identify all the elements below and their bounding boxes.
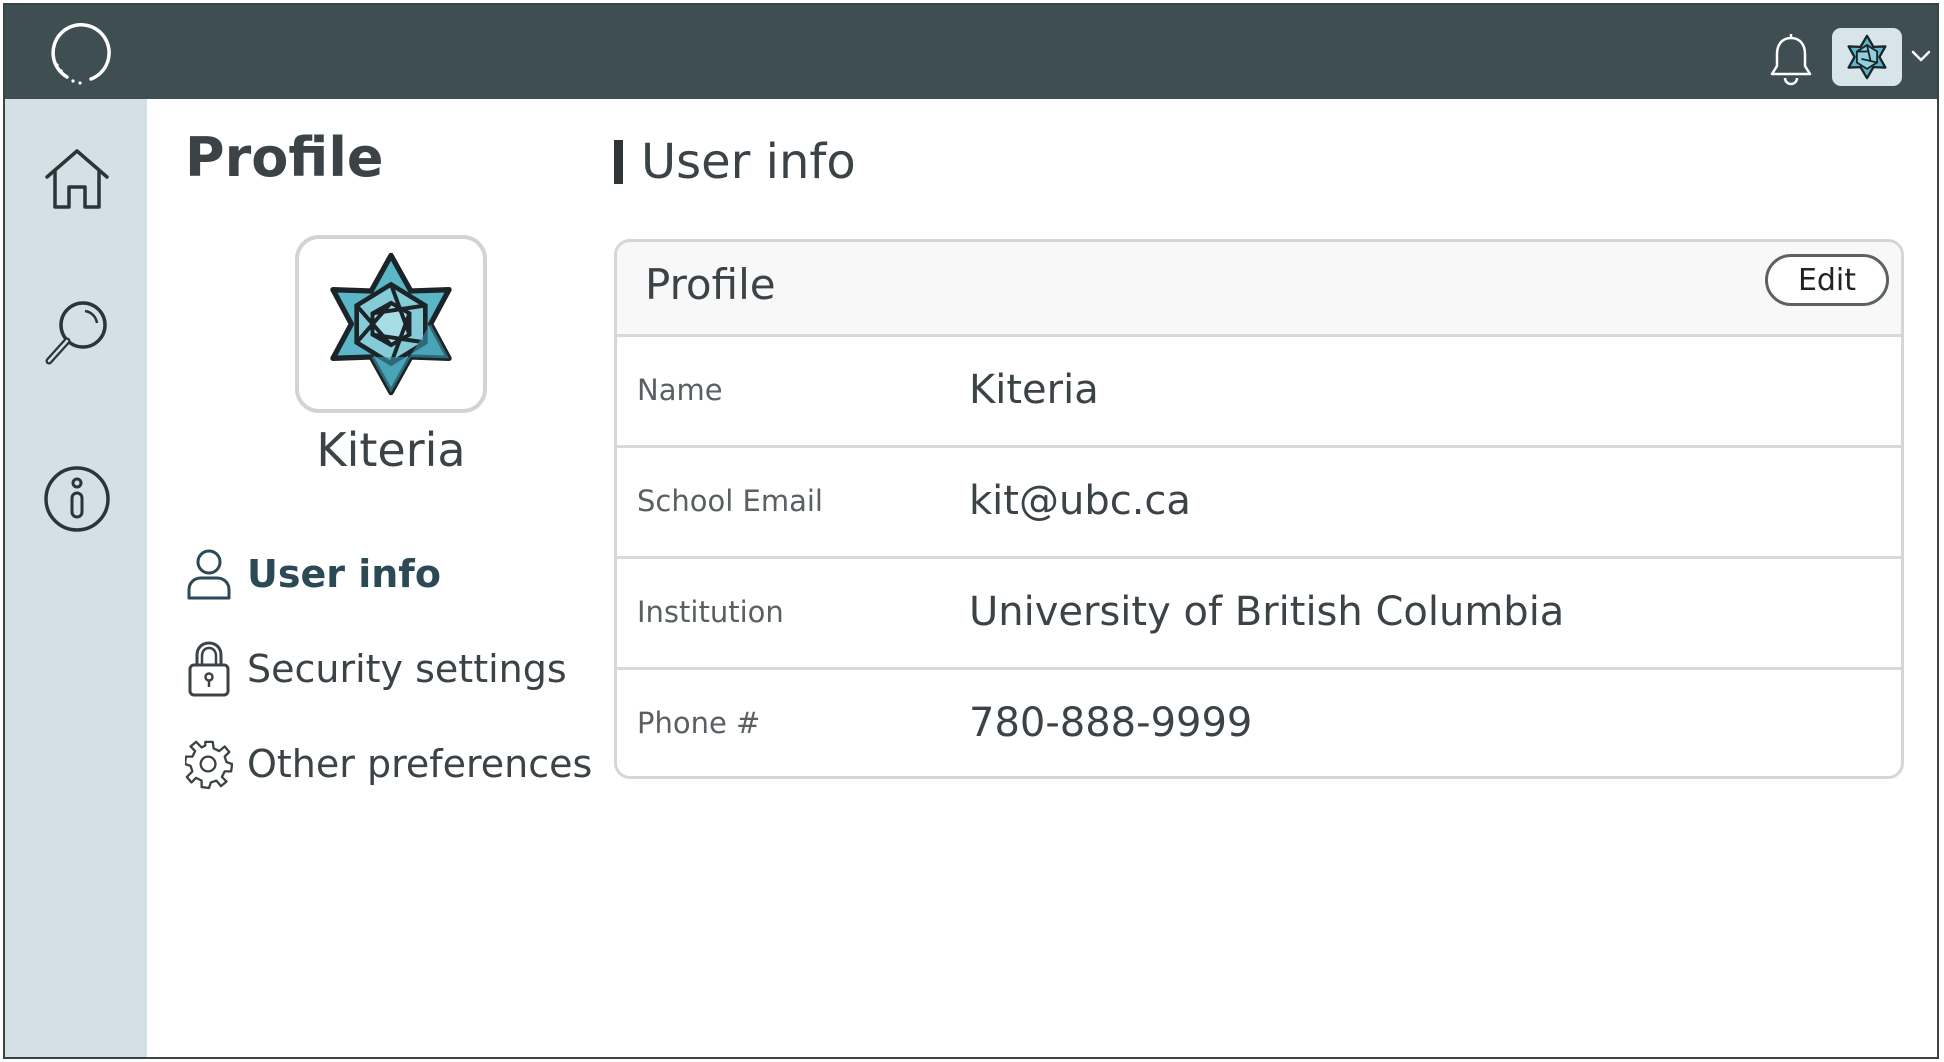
lock-icon xyxy=(188,641,230,697)
circle-loader-icon[interactable] xyxy=(47,23,111,87)
app-window: Profile Kiteria User info Security setti… xyxy=(3,3,1939,1059)
field-row-school-email: School Email kit@ubc.ca xyxy=(617,448,1901,559)
menu-item-user-info[interactable]: User info xyxy=(185,543,441,605)
section-title-text: User info xyxy=(641,134,856,190)
menu-item-label: Security settings xyxy=(247,647,567,691)
field-value: University of British Columbia xyxy=(969,589,1565,635)
field-row-phone: Phone # 780-888-9999 xyxy=(617,670,1901,776)
chevron-down-icon[interactable] xyxy=(1910,46,1932,66)
profile-fields: Name Kiteria School Email kit@ubc.ca Ins… xyxy=(617,337,1901,776)
top-bar xyxy=(5,5,1937,99)
sidebar xyxy=(5,99,147,1057)
home-icon[interactable] xyxy=(41,143,113,215)
user-avatar-button[interactable] xyxy=(1832,28,1902,86)
info-icon[interactable] xyxy=(41,463,113,535)
menu-item-security-settings[interactable]: Security settings xyxy=(185,638,567,700)
profile-heading: Profile xyxy=(185,126,384,189)
bell-icon[interactable] xyxy=(1767,32,1815,86)
field-label: Phone # xyxy=(637,706,761,740)
field-label: Name xyxy=(637,373,723,407)
edit-button[interactable]: Edit xyxy=(1765,254,1889,306)
field-value: 780-888-9999 xyxy=(969,700,1253,746)
field-value: Kiteria xyxy=(969,367,1099,413)
field-value: kit@ubc.ca xyxy=(969,478,1191,524)
profile-card: Profile Edit Name Kiteria School Email k… xyxy=(614,239,1904,779)
user-icon xyxy=(187,549,231,600)
profile-name: Kiteria xyxy=(316,423,466,477)
star-logo-icon xyxy=(330,252,452,396)
field-label: Institution xyxy=(637,595,784,629)
profile-card-title: Profile xyxy=(645,260,776,309)
field-row-institution: Institution University of British Columb… xyxy=(617,559,1901,670)
star-logo-icon xyxy=(1847,34,1887,80)
menu-item-label: User info xyxy=(247,552,441,596)
profile-card-header: Profile Edit xyxy=(617,242,1901,337)
search-icon[interactable] xyxy=(41,297,113,369)
profile-avatar xyxy=(295,235,487,413)
menu-item-label: Other preferences xyxy=(247,742,593,786)
section-title-bar xyxy=(614,140,623,184)
field-row-name: Name Kiteria xyxy=(617,337,1901,448)
field-label: School Email xyxy=(637,484,823,518)
menu-item-other-preferences[interactable]: Other preferences xyxy=(185,733,592,795)
gear-icon xyxy=(185,740,233,790)
section-title: User info xyxy=(614,133,856,191)
